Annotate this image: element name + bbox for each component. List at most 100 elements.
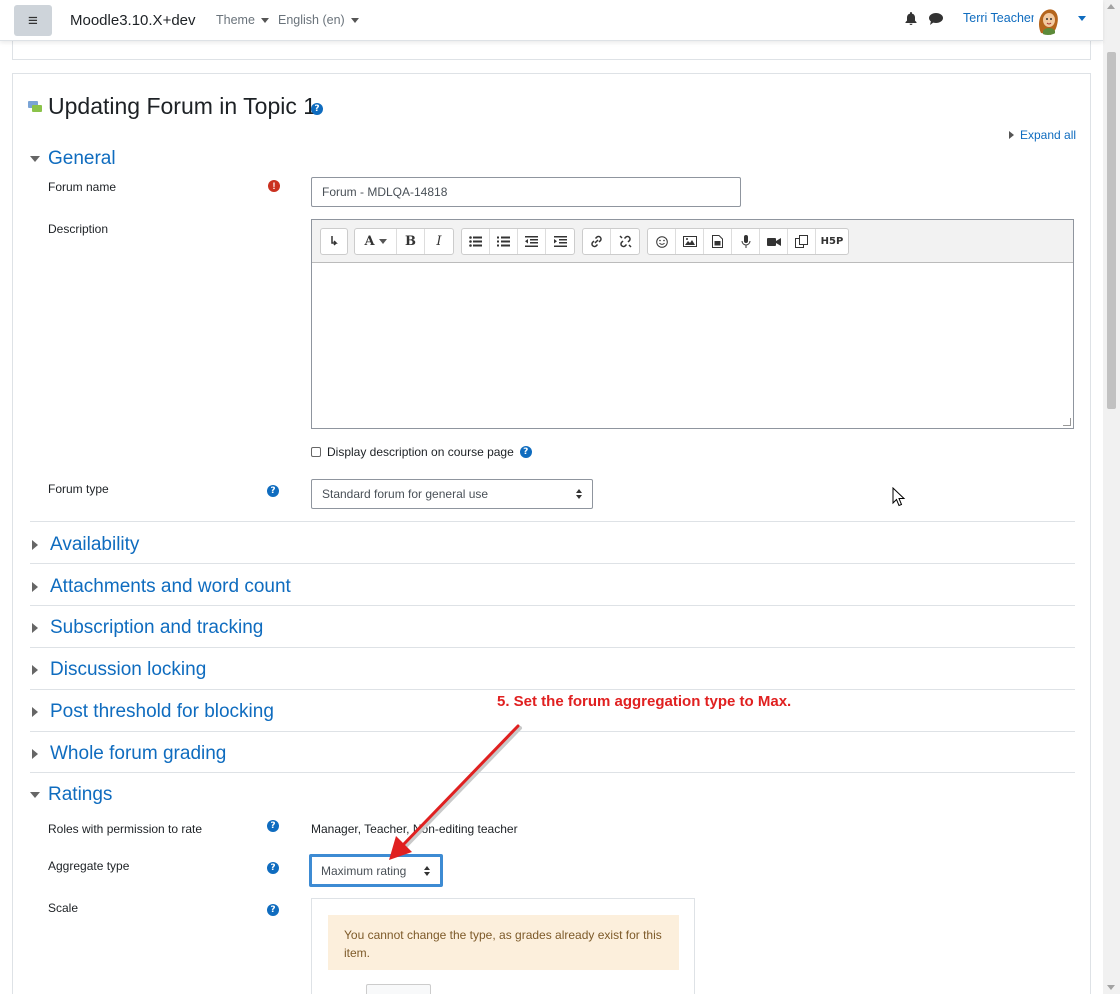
select-arrows-icon: [424, 865, 430, 876]
chevron-down-icon: [350, 17, 359, 23]
mouse-cursor-icon: [892, 487, 906, 507]
select-arrows-icon: [576, 489, 582, 499]
toolbar-group-text: A B I: [354, 228, 454, 255]
outdent-icon[interactable]: [518, 229, 546, 254]
scroll-thumb[interactable]: [1107, 52, 1116, 409]
caret-down-icon: [30, 792, 40, 798]
editor-toolbar: A B I H5P: [312, 220, 1073, 263]
expand-all-label: Expand all: [1020, 128, 1077, 142]
help-icon[interactable]: ?: [311, 103, 323, 115]
toolbar-group-links: [582, 228, 640, 255]
forum-type-label: Forum type: [48, 482, 109, 496]
ordered-list-icon[interactable]: [490, 229, 518, 254]
italic-button[interactable]: I: [425, 229, 453, 254]
forum-name-label: Forum name: [48, 180, 117, 194]
section-general[interactable]: General: [30, 148, 116, 170]
toolbar-group-lists: [461, 228, 575, 255]
expand-all-link[interactable]: Expand all: [1009, 128, 1076, 142]
divider: [30, 605, 1075, 606]
section-discussion-locking-label: Discussion locking: [50, 659, 207, 680]
help-icon[interactable]: ?: [267, 862, 279, 874]
chevron-down-icon: [378, 239, 387, 244]
forum-type-select[interactable]: Standard forum for general use: [311, 479, 593, 509]
site-name[interactable]: Moodle3.10.X+dev: [70, 12, 196, 29]
divider: [30, 521, 1075, 522]
required-icon: !: [268, 180, 280, 192]
unordered-list-icon[interactable]: [462, 229, 490, 254]
divider: [30, 689, 1075, 690]
caret-right-icon: [32, 582, 38, 592]
chat-icon[interactable]: [929, 12, 943, 25]
help-icon[interactable]: ?: [267, 904, 279, 916]
video-camera-icon[interactable]: [760, 229, 788, 254]
language-menu-label: English (en): [278, 13, 345, 27]
caret-down-icon: [30, 156, 40, 162]
section-discussion-locking[interactable]: Discussion locking: [30, 659, 206, 681]
h5p-button[interactable]: H5P: [816, 229, 848, 254]
scale-type-select[interactable]: [366, 984, 431, 994]
section-ratings[interactable]: Ratings: [30, 784, 112, 806]
resize-handle-icon[interactable]: [1063, 418, 1071, 426]
divider: [30, 731, 1075, 732]
hamburger-menu-icon[interactable]: ≡: [14, 5, 52, 36]
help-icon[interactable]: ?: [267, 485, 279, 497]
help-icon[interactable]: ?: [519, 446, 532, 458]
theme-menu-label: Theme: [216, 13, 255, 27]
roles-value: Manager, Teacher, Non-editing teacher: [311, 822, 518, 836]
forum-name-input[interactable]: [311, 177, 741, 207]
display-description-label[interactable]: Display description on course page: [327, 445, 514, 459]
unlink-icon[interactable]: [611, 229, 639, 254]
scroll-down-arrow-icon[interactable]: [1107, 985, 1115, 990]
description-label: Description: [48, 222, 109, 236]
microphone-icon[interactable]: [732, 229, 760, 254]
scroll-up-arrow-icon[interactable]: [1107, 4, 1115, 9]
section-post-threshold-label: Post threshold for blocking: [50, 701, 274, 722]
indent-icon[interactable]: [546, 229, 574, 254]
page-scrollbar[interactable]: [1103, 0, 1120, 994]
collapse-toolbar-icon[interactable]: [321, 229, 347, 254]
theme-menu[interactable]: Theme: [216, 13, 269, 27]
scale-container: You cannot change the type, as grades al…: [311, 898, 695, 994]
caret-right-icon: [32, 749, 38, 759]
display-description-checkbox[interactable]: [311, 447, 321, 457]
aggregate-type-label: Aggregate type: [48, 859, 130, 873]
display-description-row: Display description on course page ?: [311, 445, 532, 459]
aggregate-type-value: Maximum rating: [321, 863, 407, 878]
scale-alert: You cannot change the type, as grades al…: [328, 915, 679, 970]
aggregate-type-select[interactable]: Maximum rating: [309, 854, 443, 887]
main-card: [12, 73, 1091, 994]
language-menu[interactable]: English (en): [278, 13, 359, 27]
user-name[interactable]: Terri Teacher: [963, 11, 1035, 25]
roles-label: Roles with permission to rate: [48, 822, 203, 836]
manage-files-icon[interactable]: [788, 229, 816, 254]
section-post-threshold[interactable]: Post threshold for blocking: [30, 701, 274, 723]
description-editor[interactable]: A B I H5P: [311, 219, 1074, 429]
image-icon[interactable]: [676, 229, 704, 254]
section-availability[interactable]: Availability: [30, 534, 139, 556]
section-attachments[interactable]: Attachments and word count: [30, 576, 291, 598]
caret-right-icon: [1009, 131, 1014, 139]
previous-card: [12, 40, 1091, 60]
bold-button[interactable]: B: [397, 229, 425, 254]
help-icon[interactable]: ?: [267, 820, 279, 832]
nav-icons: [905, 12, 943, 25]
section-availability-label: Availability: [50, 534, 140, 555]
caret-right-icon: [32, 540, 38, 550]
forum-icon: [28, 101, 42, 112]
divider: [30, 563, 1075, 564]
media-file-icon[interactable]: [704, 229, 732, 254]
emoji-icon[interactable]: [648, 229, 676, 254]
divider: [30, 772, 1075, 773]
description-textarea[interactable]: [312, 263, 1073, 428]
section-whole-forum-grading[interactable]: Whole forum grading: [30, 743, 226, 765]
link-icon[interactable]: [583, 229, 611, 254]
section-whole-forum-grading-label: Whole forum grading: [50, 743, 227, 764]
font-style-button[interactable]: A: [355, 229, 397, 254]
user-menu-chevron-icon[interactable]: [1078, 16, 1086, 21]
section-subscription-label: Subscription and tracking: [50, 617, 264, 638]
bell-icon[interactable]: [905, 12, 917, 25]
toolbar-group-media: H5P: [647, 228, 849, 255]
section-subscription[interactable]: Subscription and tracking: [30, 617, 263, 639]
avatar[interactable]: [1033, 5, 1063, 35]
section-ratings-label: Ratings: [48, 784, 113, 805]
